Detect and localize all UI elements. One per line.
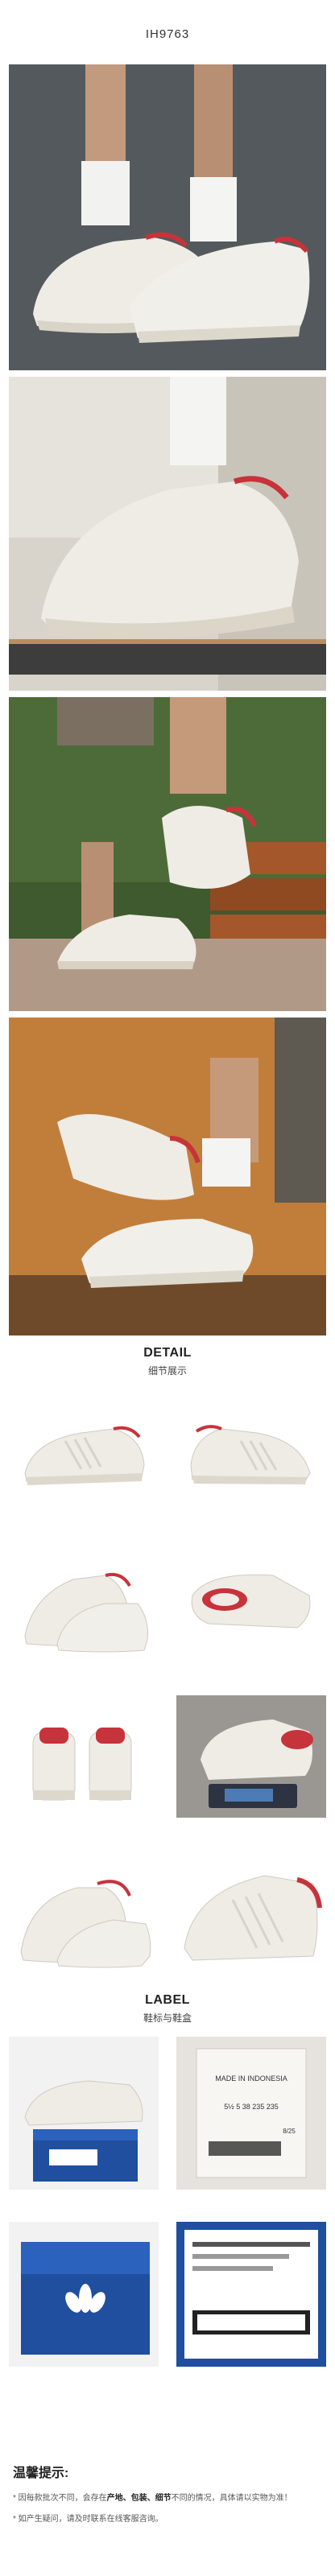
lifestyle-photo-4 — [9, 1018, 326, 1335]
detail-title-en: DETAIL — [143, 1346, 192, 1360]
lifestyle-photo-2 — [9, 377, 326, 691]
label-title-en: LABEL — [145, 1993, 190, 2007]
tag-code-text: 8/25 — [283, 2128, 296, 2135]
label-title-cn: 鞋标与鞋盒 — [143, 2013, 192, 2024]
detail-photo-closeup — [176, 1852, 326, 1974]
detail-photo-toe-pair — [9, 1852, 159, 1974]
detail-photo-side-right — [176, 1385, 326, 1507]
tag-sizes-text: 5½ 5 38 235 235 — [224, 2103, 279, 2111]
detail-section-title: DETAIL 细节展示 — [0, 1346, 335, 1377]
detail-title-cn: 细节展示 — [147, 1365, 187, 1377]
label-photo-box-label — [176, 2222, 326, 2367]
tips-item-1: * 因每款批次不同，会存在产地、包装、细节不同的情况，具体请以实物为准！ — [13, 2494, 292, 2503]
lifestyle-photo-1 — [9, 64, 326, 370]
tag-made-in-text: MADE IN INDONESIA — [215, 2074, 287, 2083]
label-section-title: LABEL 鞋标与鞋盒 — [0, 1993, 335, 2025]
tips-title: 温馨提示: — [13, 2467, 69, 2480]
tips-panel: 温馨提示: * 因每款批次不同，会存在产地、包装、细节不同的情况，具体请以实物为… — [13, 2462, 322, 2533]
lifestyle-photo-3 — [9, 697, 326, 1011]
detail-photo-weight-scale — [176, 1695, 326, 1818]
detail-photo-pair — [9, 1539, 159, 1662]
label-photo-shoe-on-box — [9, 2037, 159, 2190]
label-photo-box-side — [9, 2222, 159, 2367]
detail-photo-heel — [9, 1695, 159, 1818]
detail-photo-sole-view — [176, 1539, 326, 1662]
tips-item-2: * 如产生疑问，请及时联系在线客服咨询。 — [13, 2514, 163, 2524]
label-photo-size-tag: MADE IN INDONESIA 5½ 5 38 235 235 8/25 — [176, 2037, 326, 2190]
detail-photo-side-left — [9, 1385, 159, 1507]
product-sku: IH9763 — [145, 27, 190, 41]
